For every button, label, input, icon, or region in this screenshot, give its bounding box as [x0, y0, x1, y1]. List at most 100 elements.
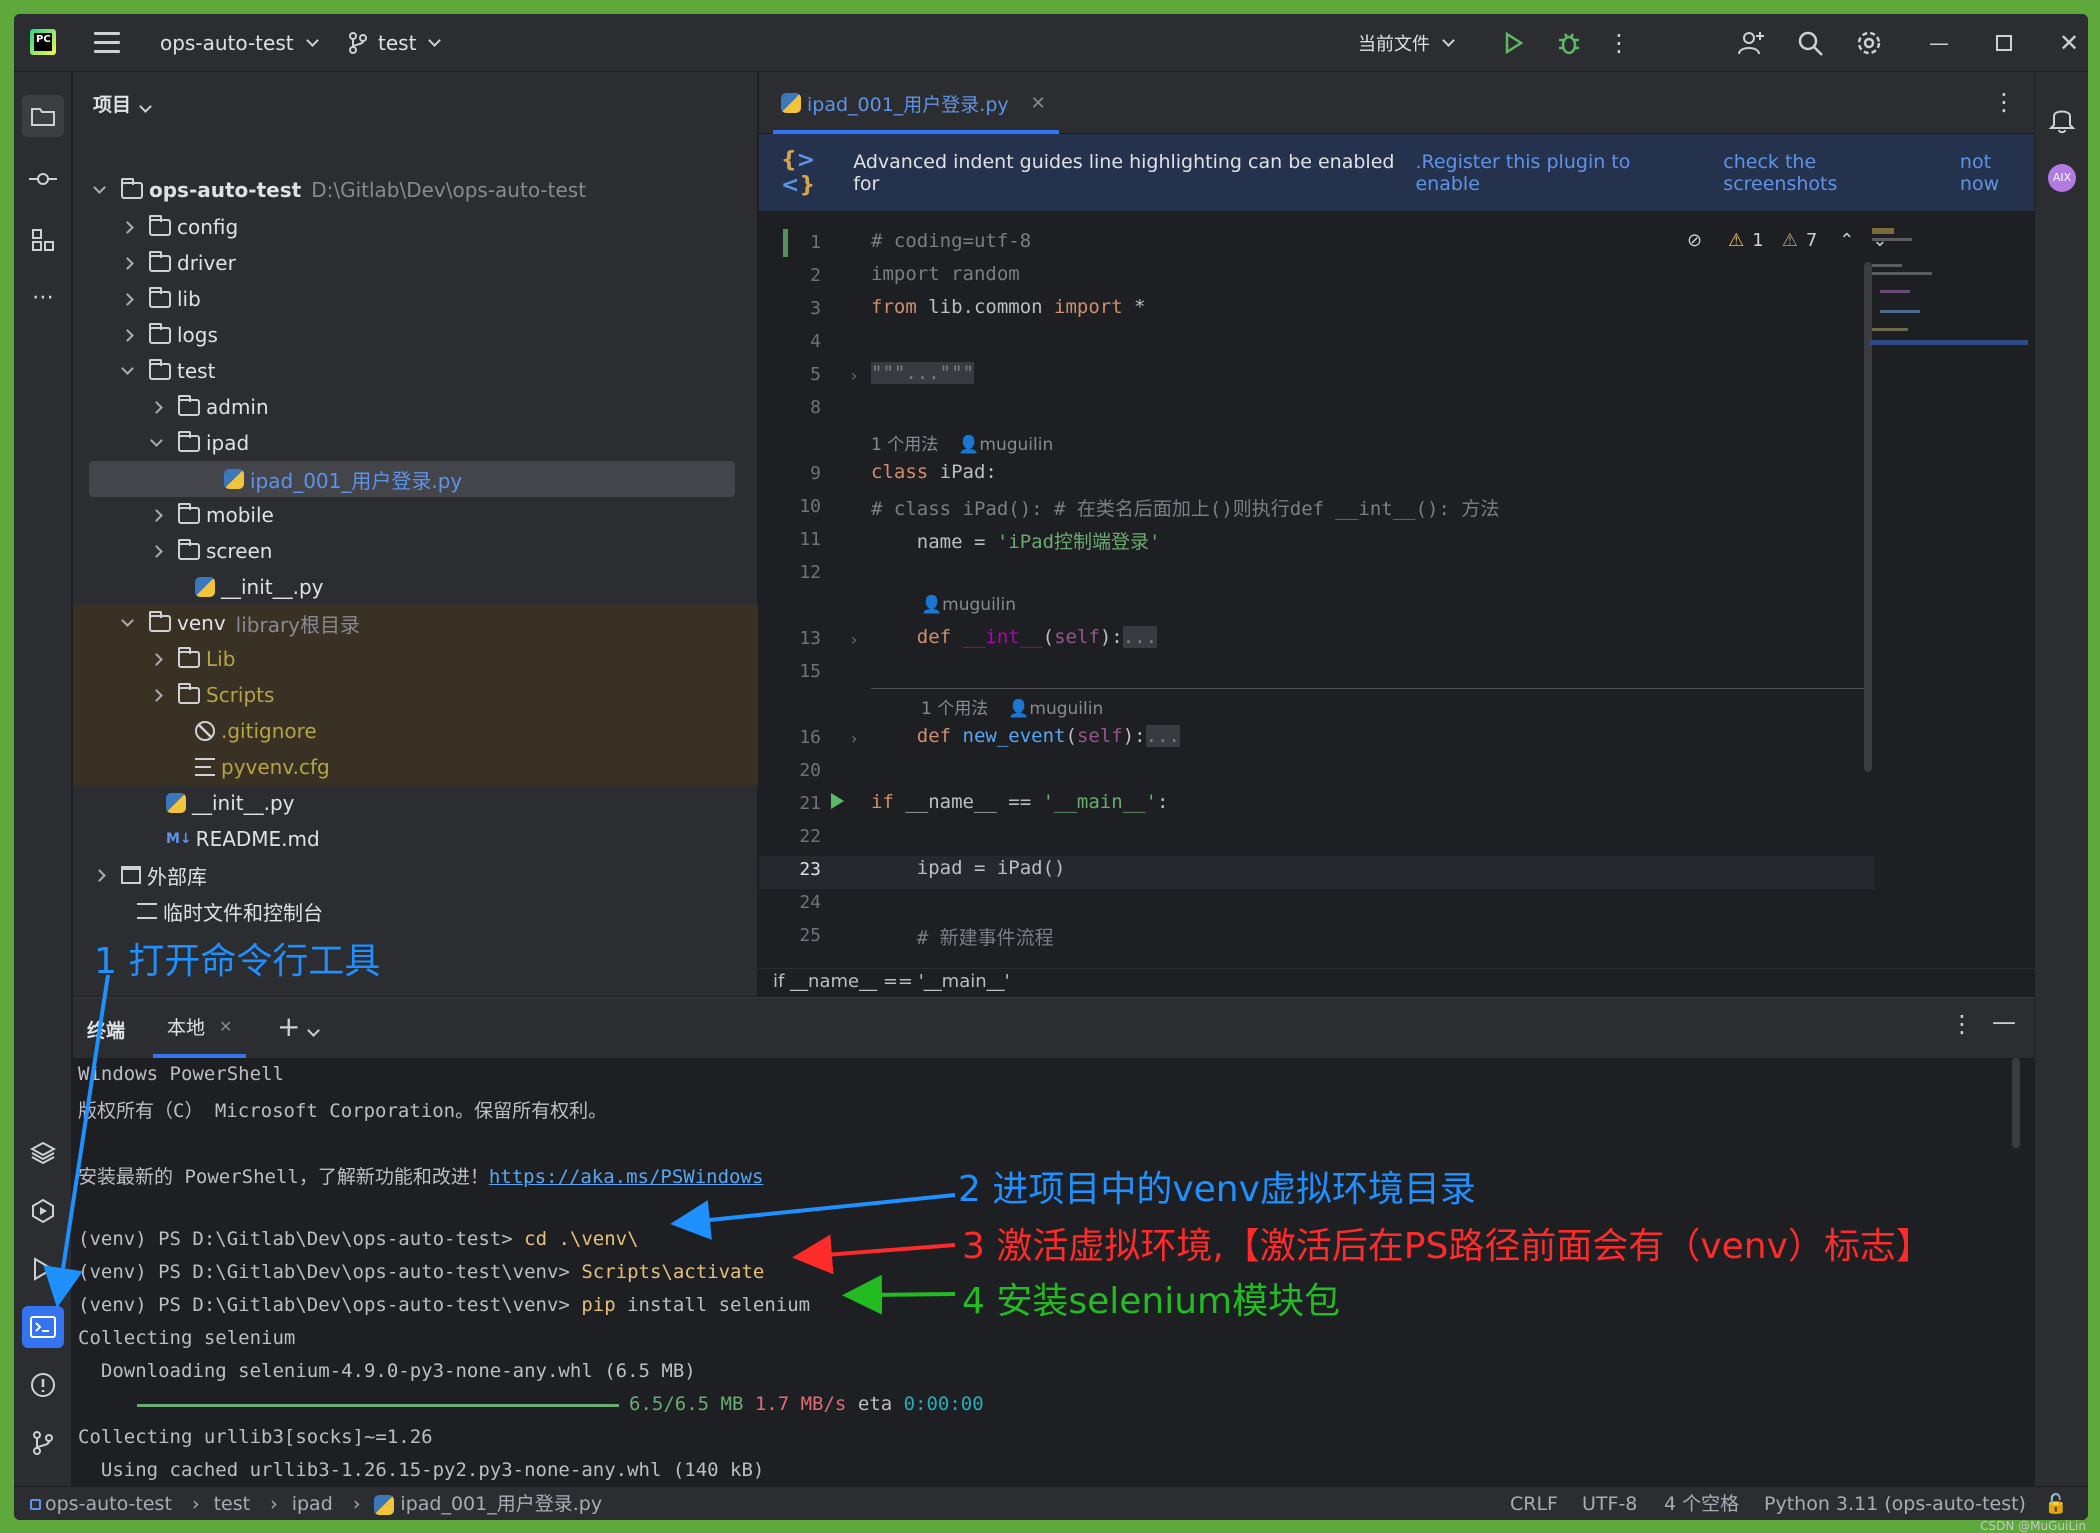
- encoding-widget[interactable]: UTF-8: [1582, 1487, 1637, 1520]
- chevron-down-icon[interactable]: [307, 1024, 320, 1037]
- chevron-right-icon[interactable]: [150, 688, 163, 702]
- debug-icon[interactable]: [1554, 28, 1584, 58]
- code-line-25[interactable]: # 新建事件流程: [871, 923, 1054, 950]
- status-crumb[interactable]: ops-auto-test: [45, 1493, 172, 1515]
- tree-item-venv-lib[interactable]: Lib: [73, 641, 758, 677]
- tree-item-pyvenv-cfg[interactable]: pyvenv.cfg: [73, 749, 758, 785]
- chevron-right-icon[interactable]: [93, 868, 106, 882]
- code-line-16[interactable]: def new_event(self):...: [871, 725, 1180, 747]
- chevron-down-icon[interactable]: [121, 613, 134, 627]
- code-line-21[interactable]: if __name__ == '__main__':: [871, 791, 1168, 813]
- main-menu-icon[interactable]: [94, 32, 120, 54]
- chevron-right-icon[interactable]: [150, 544, 163, 558]
- chevron-right-icon[interactable]: [150, 400, 163, 414]
- project-switcher[interactable]: ops-auto-test: [160, 14, 319, 72]
- add-user-icon[interactable]: [1736, 28, 1766, 58]
- terminal-scrollbar[interactable]: [2012, 1058, 2020, 1148]
- reader-mode-icon[interactable]: ⊘: [1687, 230, 1702, 251]
- tree-root[interactable]: ops-auto-test D:\Gitlab\Dev\ops-auto-test: [73, 172, 758, 208]
- usage-hint[interactable]: 1 个用法 👤muguilin: [871, 430, 1053, 455]
- run-tool-icon[interactable]: [22, 1248, 64, 1290]
- fold-marker-icon[interactable]: ›: [851, 729, 857, 748]
- tree-item-config[interactable]: config: [73, 209, 758, 245]
- tree-item-gitignore[interactable]: .gitignore: [73, 713, 758, 749]
- indent-widget[interactable]: 4 个空格: [1664, 1487, 1739, 1520]
- hide-panel-icon[interactable]: —: [1992, 1008, 2016, 1036]
- tree-item-scratches[interactable]: 临时文件和控制台: [73, 893, 758, 929]
- code-line-9[interactable]: class iPad:: [871, 461, 997, 483]
- check-screenshots-link[interactable]: check the screenshots: [1723, 151, 1930, 195]
- code-line-13[interactable]: def __int__(self):...: [871, 626, 1158, 648]
- close-tab-icon[interactable]: ✕: [1031, 93, 1046, 114]
- fold-marker-icon[interactable]: ›: [851, 366, 857, 385]
- terminal-options-icon[interactable]: ⋮: [1950, 1010, 1974, 1038]
- tree-item-venv[interactable]: venv library根目录: [73, 605, 758, 641]
- fold-marker-icon[interactable]: ›: [851, 630, 857, 649]
- services-icon[interactable]: [22, 1190, 64, 1232]
- new-terminal-icon[interactable]: +: [277, 1010, 300, 1043]
- git-tool-icon[interactable]: [22, 1422, 64, 1464]
- tree-item-driver[interactable]: driver: [73, 245, 758, 281]
- minimize-icon[interactable]: —: [1924, 28, 1954, 58]
- chevron-right-icon[interactable]: [121, 256, 134, 270]
- register-plugin-link[interactable]: .Register this plugin to enable: [1415, 151, 1692, 195]
- code-line-23[interactable]: ipad = iPad(): [871, 857, 1066, 879]
- code-line-10[interactable]: # class iPad(): # 在类名后面加上()则执行def __int_…: [871, 494, 1499, 521]
- terminal-tab-local[interactable]: 本地 ✕: [153, 998, 247, 1058]
- code-line-11[interactable]: name = 'iPad控制端登录': [871, 527, 1161, 554]
- project-tool-icon[interactable]: [22, 95, 64, 137]
- chevron-up-icon[interactable]: ⌃: [1839, 230, 1854, 251]
- tree-item-ipad[interactable]: ipad: [73, 425, 758, 461]
- code-line-3[interactable]: from lib.common import *: [871, 296, 1146, 318]
- editor-breadcrumb[interactable]: if __name__ == '__main__': [759, 968, 2034, 996]
- branch-switcher[interactable]: test: [348, 14, 442, 72]
- commit-tool-icon[interactable]: [22, 158, 64, 200]
- author-hint[interactable]: 👤muguilin: [921, 595, 1016, 615]
- search-icon[interactable]: [1795, 28, 1825, 58]
- read-only-lock-icon[interactable]: 🔓: [2044, 1487, 2068, 1520]
- tree-item-venv-scripts[interactable]: Scripts: [73, 677, 758, 713]
- code-line-1[interactable]: # coding=utf-8: [871, 230, 1031, 252]
- more-actions-icon[interactable]: ⋮: [1604, 28, 1634, 58]
- not-now-link[interactable]: not now: [1960, 151, 2034, 195]
- code-minimap[interactable]: [1870, 222, 2028, 362]
- more-tools-icon[interactable]: ⋯: [22, 276, 64, 318]
- chevron-right-icon[interactable]: [121, 220, 134, 234]
- close-icon[interactable]: ✕: [2054, 28, 2084, 58]
- chevron-right-icon[interactable]: [121, 328, 134, 342]
- terminal-tool-icon[interactable]: [22, 1306, 64, 1348]
- chevron-right-icon[interactable]: [150, 652, 163, 666]
- tree-item-lib[interactable]: lib: [73, 281, 758, 317]
- line-separator-widget[interactable]: CRLF: [1510, 1487, 1558, 1520]
- tree-item-test[interactable]: test: [73, 353, 758, 389]
- interpreter-widget[interactable]: Python 3.11 (ops-auto-test): [1764, 1487, 2026, 1520]
- chevron-down-icon[interactable]: [150, 433, 163, 447]
- tree-item-mobile[interactable]: mobile: [73, 497, 758, 533]
- tree-item-admin[interactable]: admin: [73, 389, 758, 425]
- code-line-5-folded[interactable]: """...""": [871, 362, 974, 384]
- chevron-right-icon[interactable]: [121, 292, 134, 306]
- tree-item-root-init[interactable]: __init__.py: [73, 785, 758, 821]
- tree-item-external-libraries[interactable]: 外部库: [73, 857, 758, 893]
- notifications-bell-icon[interactable]: [2048, 104, 2076, 134]
- project-pane-header[interactable]: 项目: [93, 90, 152, 117]
- status-crumb[interactable]: ipad: [292, 1493, 333, 1515]
- tree-item-ipad-001-file[interactable]: ipad_001_用户登录.py: [89, 461, 735, 497]
- close-tab-icon[interactable]: ✕: [219, 1017, 232, 1036]
- usage-hint[interactable]: 1 个用法 👤muguilin: [921, 694, 1103, 719]
- chevron-down-icon[interactable]: [121, 361, 134, 375]
- tree-item-readme[interactable]: M↓ README.md: [73, 821, 758, 857]
- maximize-icon[interactable]: [1989, 28, 2019, 58]
- powershell-link[interactable]: https://aka.ms/PSWindows: [489, 1166, 764, 1188]
- status-crumb[interactable]: ipad_001_用户登录.py: [400, 1493, 602, 1515]
- run-gutter-icon[interactable]: [831, 793, 844, 809]
- inspection-widget[interactable]: ⊘ ⚠1 ⚠7 ⌃ ⌄: [1687, 230, 1887, 251]
- structure-tool-icon[interactable]: [22, 219, 64, 261]
- status-crumb[interactable]: test: [214, 1493, 251, 1515]
- editor-tab-menu-icon[interactable]: ⋮: [1992, 88, 2016, 116]
- run-config-selector[interactable]: 当前文件: [1358, 14, 1455, 72]
- editor-tab-ipad-001[interactable]: ipad_001_用户登录.py ✕: [781, 72, 1046, 134]
- chevron-down-icon[interactable]: [93, 180, 106, 194]
- settings-gear-icon[interactable]: [1854, 28, 1884, 58]
- pycharm-logo-icon[interactable]: PC: [30, 29, 56, 55]
